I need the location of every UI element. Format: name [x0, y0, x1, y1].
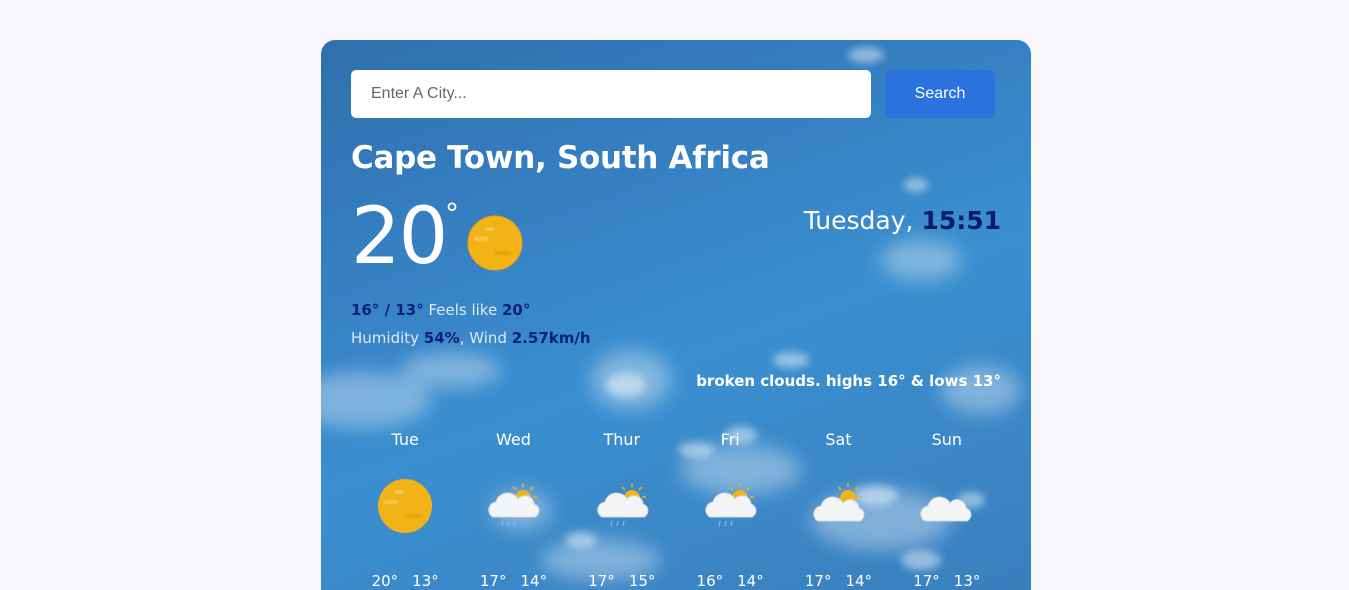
forecast-low: 14° [737, 572, 764, 590]
sun-icon [467, 215, 523, 275]
sun-icon [377, 475, 433, 537]
time-label: 15:51 [921, 206, 1001, 235]
forecast-low: 14° [520, 572, 548, 590]
humidity-value: 54% [423, 329, 460, 347]
search-bar: Search [351, 70, 995, 118]
forecast-high: 17° [479, 572, 507, 590]
feels-like-value: 20° [501, 301, 531, 319]
weather-card: Search Cape Town, South Africa 20 ° Tues… [321, 40, 1031, 590]
weather-description: broken clouds. highs 16° & lows 13° [696, 372, 1001, 390]
temp-range-line: 16° / 13° Feels like 20° [351, 301, 530, 319]
forecast-day: Sat 17° 14° [784, 430, 892, 590]
forecast-day: Thur 17° 15° [568, 430, 676, 590]
forecast-low: 13° [412, 572, 439, 590]
cloud-icon [917, 475, 977, 537]
forecast-temps: 17° 13° [913, 572, 980, 590]
forecast-high: 17° [804, 572, 832, 590]
sun-cloud-rain-icon [700, 475, 760, 537]
current-temperature: 20 [351, 192, 448, 282]
forecast-day: Fri 16° 14° [676, 430, 784, 590]
separator: , [459, 329, 465, 347]
forecast-temps: 17° 15° [588, 572, 655, 590]
forecast-temps: 16° 14° [697, 572, 764, 590]
forecast-day-name: Sat [825, 430, 852, 449]
forecast-day-name: Fri [720, 430, 740, 449]
forecast-day-name: Tue [391, 430, 419, 449]
city-name: Cape Town, South Africa [351, 140, 770, 176]
forecast-temps: 20° 13° [372, 572, 439, 590]
sun-cloud-rain-icon [483, 475, 543, 537]
search-button[interactable]: Search [885, 70, 995, 118]
forecast-low: 14° [845, 572, 873, 590]
forecast-day: Tue 20° 13° [351, 430, 459, 590]
wind-value: 2.57km/h [511, 329, 591, 347]
humidity-wind-line: Humidity 54%, Wind 2.57km/h [351, 329, 591, 347]
wind-label: Wind [469, 329, 507, 347]
hi-lo-value: 16° / 13° [351, 301, 424, 319]
forecast-high: 17° [588, 572, 615, 590]
current-datetime: Tuesday, 15:51 [804, 206, 1001, 235]
forecast-low: 13° [953, 572, 981, 590]
sun-cloud-rain-icon [592, 475, 652, 537]
humidity-label: Humidity [351, 329, 420, 347]
forecast-high: 20° [371, 572, 399, 590]
sun-cloud-icon [808, 475, 868, 537]
day-label: Tuesday, [803, 206, 914, 235]
forecast-temps: 17° 14° [480, 572, 547, 590]
degree-symbol: ° [445, 197, 459, 230]
forecast-day-name: Thur [603, 430, 641, 449]
forecast-day: Sun 17° 13° [893, 430, 1001, 590]
forecast-high: 16° [696, 572, 724, 590]
forecast-day: Wed 17° 14° [459, 430, 567, 590]
forecast-day-name: Sun [931, 430, 963, 449]
forecast-day-name: Wed [496, 430, 531, 449]
forecast-temps: 17° 14° [805, 572, 872, 590]
forecast-row: Tue 20° 13° Wed 17° 14° Thur 17° 15° Fri… [351, 430, 1001, 590]
city-search-input[interactable] [351, 70, 871, 118]
feels-like-label: Feels like [428, 301, 498, 319]
forecast-low: 15° [628, 572, 656, 590]
forecast-high: 17° [913, 572, 940, 590]
